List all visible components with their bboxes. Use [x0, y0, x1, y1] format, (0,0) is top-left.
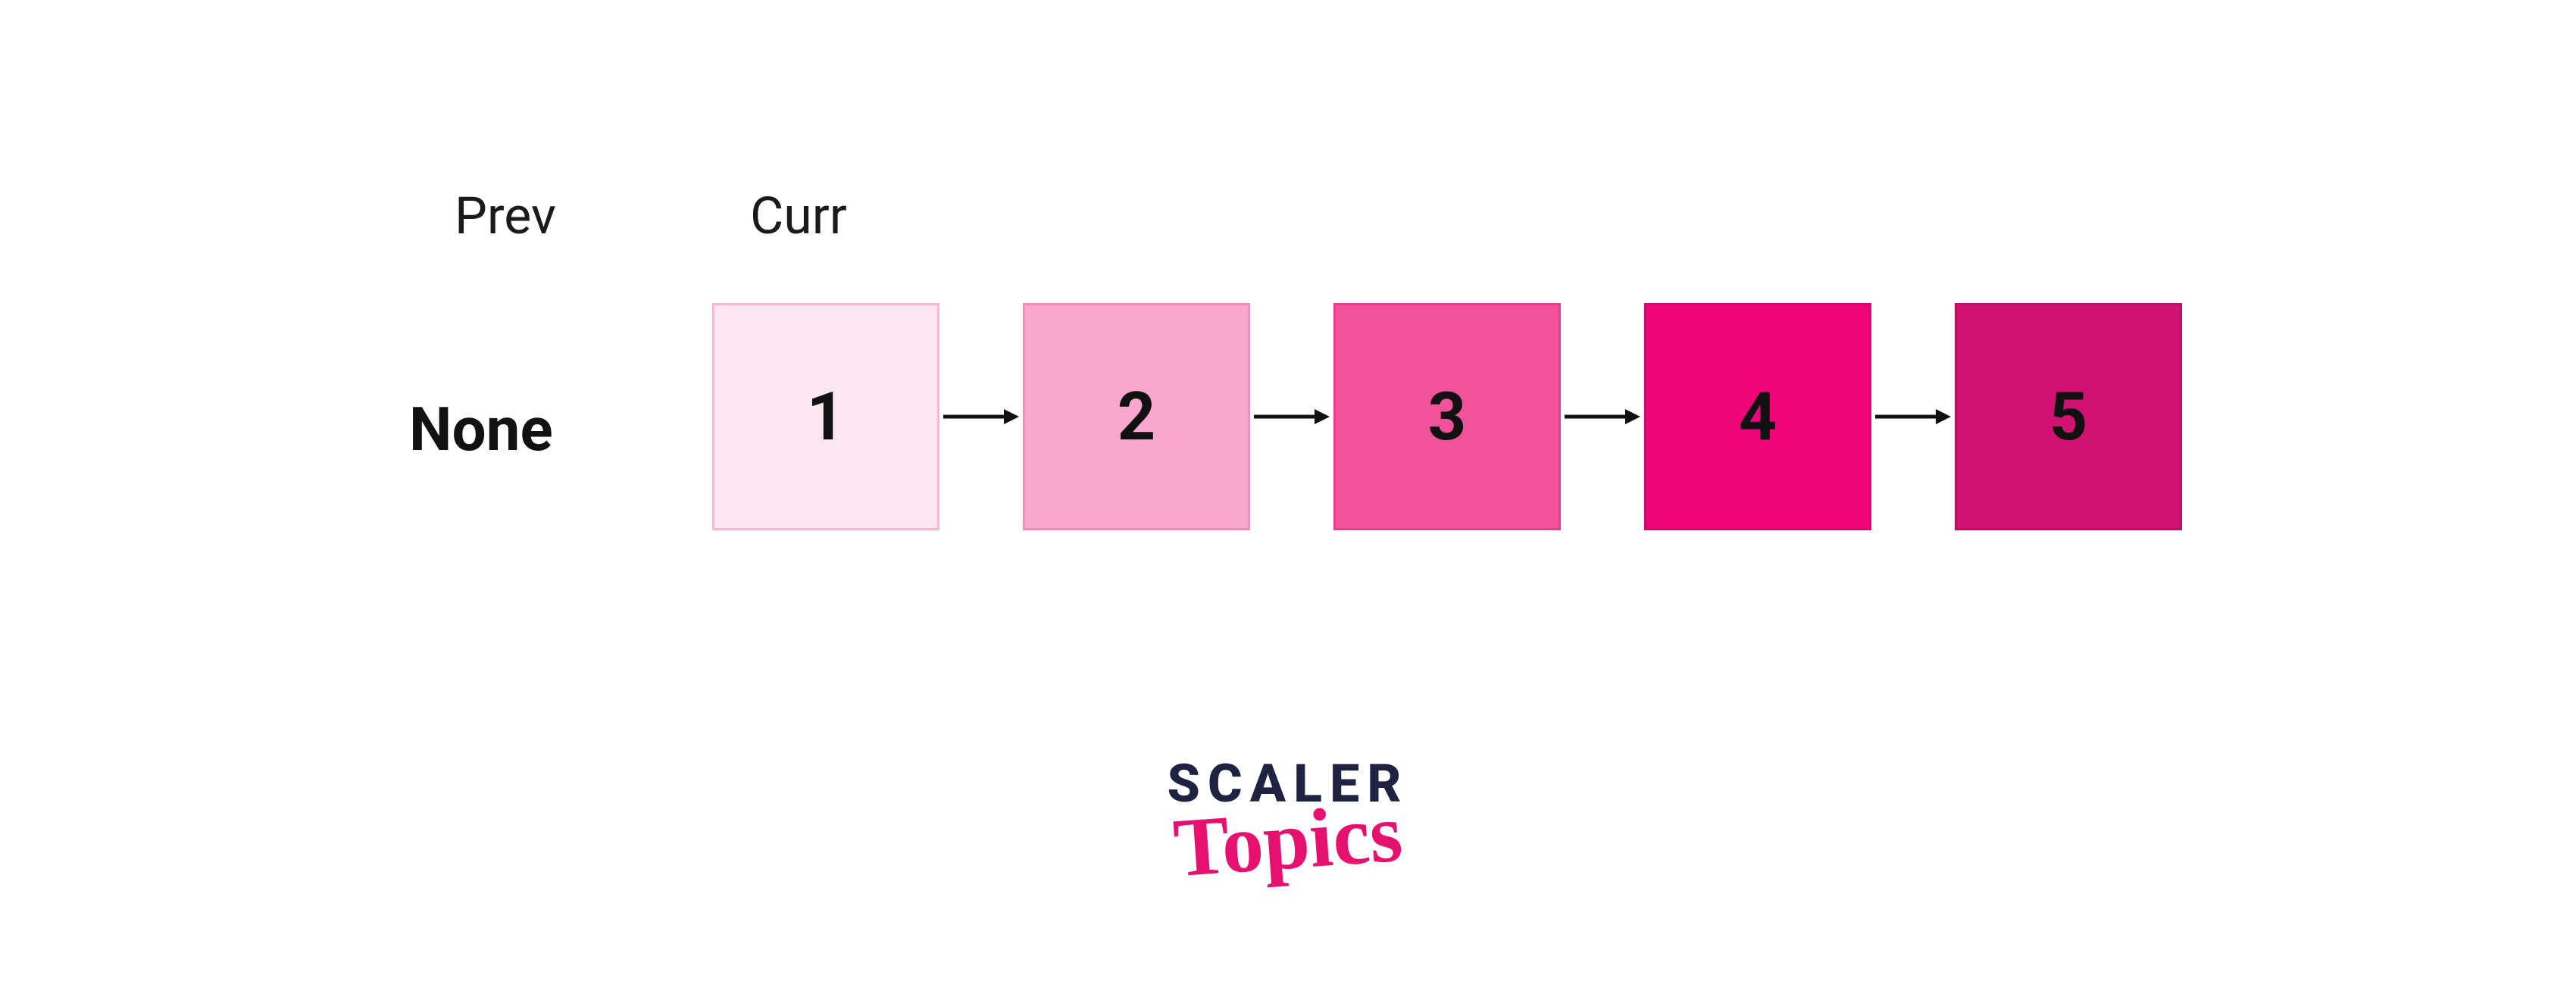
- node-value: 4: [1739, 378, 1777, 456]
- scaler-topics-logo: SCALER Topics: [1106, 758, 1470, 878]
- arrow-icon: [1250, 402, 1333, 432]
- prev-value-none: None: [409, 394, 553, 465]
- list-node: 4: [1644, 303, 1871, 530]
- list-node: 3: [1333, 303, 1561, 530]
- list-node: 5: [1955, 303, 2182, 530]
- arrow-icon: [1561, 402, 1644, 432]
- arrow-icon: [1871, 402, 1955, 432]
- prev-pointer-label: Prev: [455, 186, 556, 246]
- list-node: 1: [712, 303, 939, 530]
- node-value: 2: [1118, 378, 1156, 456]
- logo-text-topics: Topics: [1171, 795, 1405, 886]
- list-node: 2: [1023, 303, 1250, 530]
- linked-list-row: 1 2 3 4 5: [712, 303, 2182, 530]
- arrow-icon: [939, 402, 1023, 432]
- node-value: 5: [2049, 378, 2088, 456]
- node-value: 3: [1428, 378, 1467, 456]
- node-value: 1: [807, 378, 846, 456]
- curr-pointer-label: Curr: [750, 186, 847, 246]
